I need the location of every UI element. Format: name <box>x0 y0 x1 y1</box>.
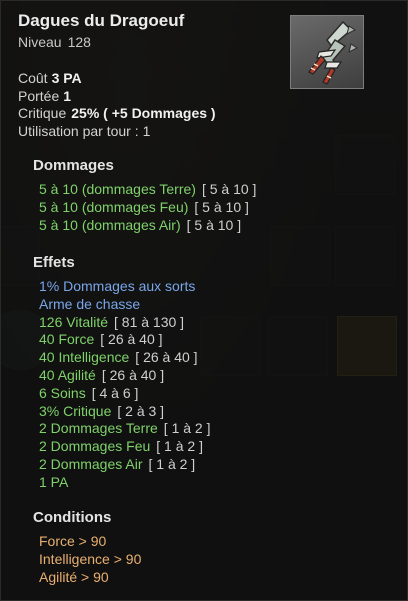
level-value: 128 <box>67 34 91 50</box>
dragoeuf-daggers-icon <box>308 20 358 85</box>
conditions-list: Force > 90 Intelligence > 90 Agilité > 9… <box>39 533 141 586</box>
effect-line: 6 Soins[ 4 à 6 ] <box>39 384 139 401</box>
critical-stat: Critique 25% ( +5 Dommages ) <box>18 105 216 121</box>
effect-line: 1% Dommages aux sorts <box>39 278 196 294</box>
item-image <box>290 15 364 89</box>
effect-line: 2 Dommages Air[ 1 à 2 ] <box>39 455 196 472</box>
damage-list: 5 à 10 (dommages Terre)[ 5 à 10 ] 5 à 10… <box>39 181 256 234</box>
effect-line: 1 PA <box>39 473 69 490</box>
effects-section-title: Effets <box>33 254 75 271</box>
condition-line: Intelligence > 90 <box>39 550 142 567</box>
damage-section-title: Dommages <box>33 157 114 174</box>
effect-line: 3% Critique[ 2 à 3 ] <box>39 402 165 419</box>
damage-line: 5 à 10 (dommages Feu)[ 5 à 10 ] <box>39 198 249 215</box>
cost-stat: Coût 3 PA <box>18 70 82 86</box>
uses-per-turn-label: Utilisation par tour : <box>18 123 139 139</box>
damage-line: 5 à 10 (dommages Terre)[ 5 à 10 ] <box>39 181 257 197</box>
effect-line: 40 Agilité[ 26 à 40 ] <box>39 366 165 383</box>
critical-value: 25% ( +5 Dommages ) <box>71 105 216 121</box>
range-label: Portée <box>18 88 60 104</box>
level-label: Niveau <box>18 34 62 50</box>
uses-per-turn-stat: Utilisation par tour :1 <box>18 123 150 139</box>
item-name: Dagues du Dragoeuf <box>18 11 185 30</box>
effect-line: 40 Intelligence[ 26 à 40 ] <box>39 349 198 366</box>
range-stat: Portée 1 <box>18 88 71 104</box>
effects-list: 1% Dommages aux sorts Arme de chasse 126… <box>39 278 211 492</box>
item-tooltip: Dagues du Dragoeuf Niveau 128 Coût 3 PA Po… <box>0 0 408 601</box>
damage-line: 5 à 10 (dommages Air)[ 5 à 10 ] <box>39 216 242 233</box>
uses-per-turn-value: 1 <box>142 123 151 139</box>
effect-line: 2 Dommages Feu[ 1 à 2 ] <box>39 438 203 455</box>
cost-value: 3 PA <box>51 70 82 86</box>
critical-label: Critique <box>18 105 67 121</box>
effect-line: Arme de chasse <box>39 295 141 312</box>
condition-line: Agilité > 90 <box>39 568 109 585</box>
cost-label: Coût <box>18 70 48 86</box>
effect-line: 126 Vitalité[ 81 à 130 ] <box>39 313 185 330</box>
effect-line: 2 Dommages Terre[ 1 à 2 ] <box>39 420 211 437</box>
item-level: Niveau 128 <box>18 34 91 50</box>
range-value: 1 <box>63 88 72 104</box>
conditions-section-title: Conditions <box>33 509 112 526</box>
effect-line: 40 Force[ 26 à 40 ] <box>39 331 163 348</box>
condition-line: Force > 90 <box>39 533 107 549</box>
